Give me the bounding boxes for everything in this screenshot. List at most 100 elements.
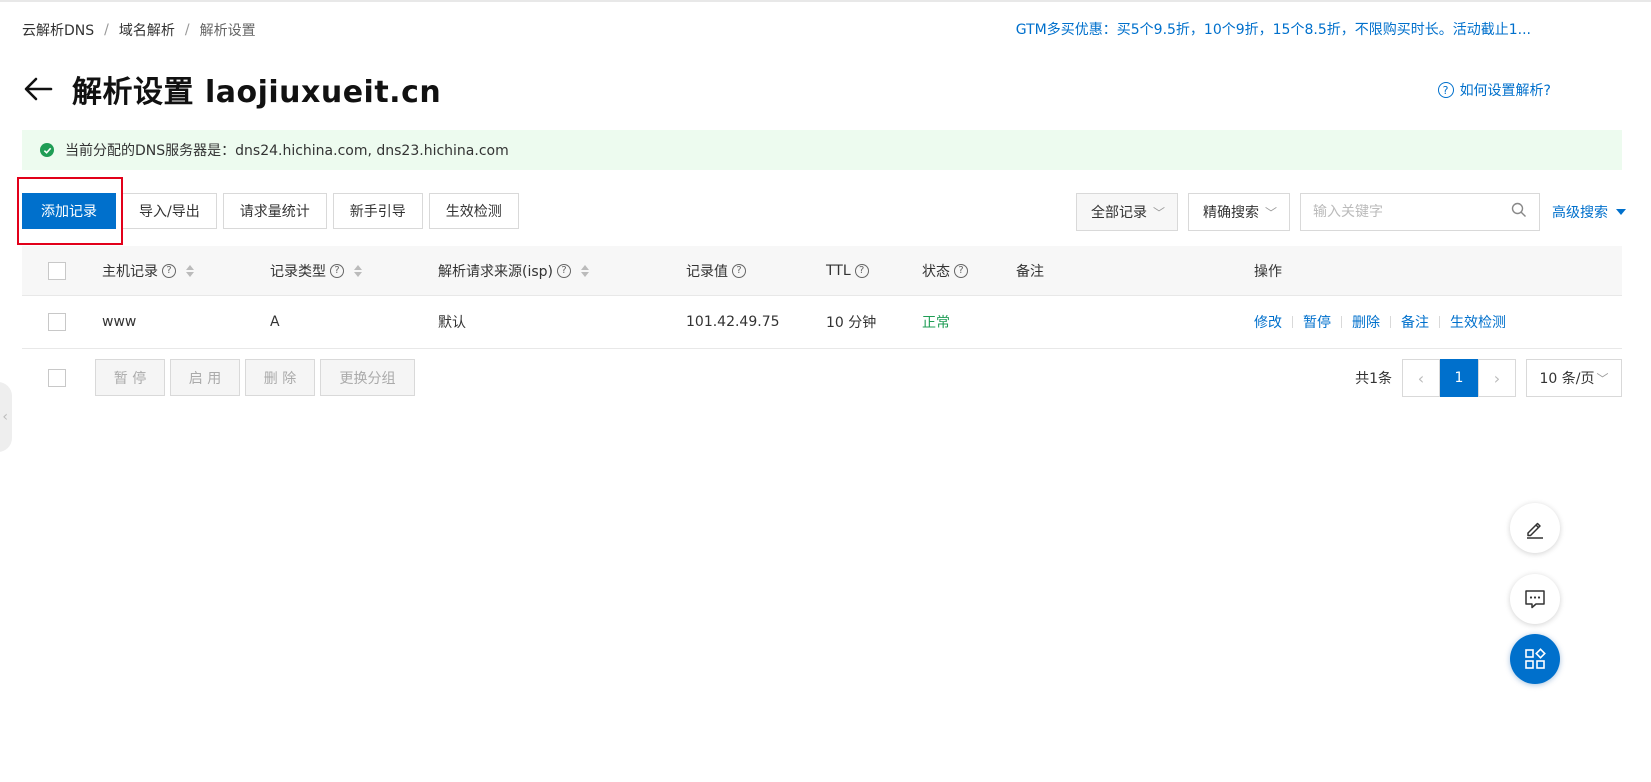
request-stats-button[interactable]: 请求量统计 (222, 193, 327, 229)
action-divider (1439, 316, 1440, 328)
sort-icon[interactable] (581, 264, 589, 277)
pencil-icon (1527, 522, 1543, 539)
cell-isp: 默认 (438, 315, 466, 331)
cell-value: 101.42.49.75 (686, 314, 780, 330)
question-circle-icon[interactable]: ? (330, 263, 344, 278)
feedback-edit-button[interactable] (1510, 503, 1560, 553)
cell-type: A (270, 314, 280, 330)
column-type-label: 记录类型 (270, 263, 326, 280)
select-all-checkbox[interactable] (48, 261, 66, 280)
column-value: 记录值 ? (686, 246, 746, 295)
bulk-select-checkbox[interactable] (48, 369, 66, 387)
beginner-guide-button[interactable]: 新手引导 (332, 193, 423, 229)
chevron-down-icon: ﹀ (1152, 205, 1165, 220)
breadcrumb-separator: / (104, 22, 109, 38)
table-header: 主机记录 ? 记录类型 ? 解析请求来源(isp) ? 记录值 ? TTL ? … (22, 246, 1622, 296)
bulk-pause-button[interactable]: 暂 停 (95, 359, 165, 396)
question-circle-icon[interactable]: ? (162, 263, 176, 278)
column-host: 主机记录 ? (102, 246, 194, 295)
caret-down-icon (1616, 209, 1626, 215)
sidebar-collapse-handle[interactable]: ‹ (0, 382, 12, 452)
search-mode-value: 精确搜索 (1202, 205, 1259, 221)
page-button-current[interactable]: 1 (1440, 359, 1478, 397)
keyword-search-box (1300, 193, 1540, 231)
chat-bubble-icon (1525, 590, 1545, 609)
chevron-down-icon: ﹀ (1596, 371, 1609, 386)
column-type: 记录类型 ? (270, 246, 362, 295)
column-isp: 解析请求来源(isp) ? (438, 246, 589, 295)
column-value-label: 记录值 (686, 263, 728, 280)
page-title: 解析设置 laojiuxueit.cn (72, 75, 442, 110)
filter-bar: 全部记录 ﹀ 精确搜索 ﹀ 高级搜索 (1075, 193, 1626, 231)
promo-banner-link[interactable]: GTM多买优惠：买5个9.5折，10个9折，15个8.5折，不限购买时长。活动截… (1016, 20, 1531, 40)
page-size-value: 10 条/页 (1539, 371, 1595, 387)
effect-check-link[interactable]: 生效检测 (1450, 312, 1506, 332)
chat-button[interactable] (1510, 574, 1560, 624)
sort-icon[interactable] (186, 264, 194, 277)
column-isp-label: 解析请求来源(isp) (438, 263, 553, 280)
column-host-label: 主机记录 (102, 263, 158, 280)
breadcrumb-separator: / (184, 22, 190, 38)
question-circle-icon[interactable]: ? (954, 263, 968, 278)
breadcrumb-dns[interactable]: 云解析DNS (22, 20, 94, 40)
cell-host: www (102, 314, 137, 330)
pause-link[interactable]: 暂停 (1303, 312, 1331, 332)
row-checkbox[interactable] (48, 313, 66, 331)
question-circle-icon: ? (1437, 82, 1454, 98)
change-group-button[interactable]: 更换分组 (320, 359, 415, 396)
column-status-label: 状态 (922, 263, 950, 280)
effect-check-button[interactable]: 生效检测 (428, 193, 519, 229)
record-scope-value: 全部记录 (1090, 205, 1147, 221)
back-arrow-icon[interactable] (22, 73, 54, 105)
apps-button[interactable] (1510, 634, 1560, 684)
apps-grid-icon (1525, 648, 1546, 669)
breadcrumb: 云解析DNS / 域名解析 / 解析设置 (22, 20, 256, 40)
prev-page-button[interactable]: ‹ (1402, 359, 1440, 397)
column-status: 状态 ? (922, 246, 968, 295)
bulk-delete-button[interactable]: 删 除 (245, 359, 315, 396)
column-actions-label: 操作 (1254, 263, 1282, 280)
chevron-down-icon: ﹀ (1264, 205, 1277, 220)
next-page-button[interactable]: › (1478, 359, 1516, 397)
breadcrumb-current: 解析设置 (199, 23, 256, 39)
table-row: www A 默认 101.42.49.75 10 分钟 正常 修改 暂停 删除 … (22, 296, 1622, 349)
sort-icon[interactable] (354, 264, 362, 277)
total-count: 共1条 (1355, 371, 1392, 387)
check-circle-icon (40, 143, 54, 157)
action-divider (1292, 316, 1293, 328)
search-mode-select[interactable]: 精确搜索 ﹀ (1187, 193, 1290, 231)
search-icon[interactable] (1511, 202, 1527, 222)
help-link[interactable]: ? 如何设置解析? (1437, 80, 1551, 100)
edit-link[interactable]: 修改 (1254, 312, 1282, 332)
advanced-search-toggle[interactable]: 高级搜索 (1552, 202, 1626, 222)
toolbar: 添加记录 导入/导出 请求量统计 新手引导 生效检测 (22, 193, 525, 229)
page-size-select[interactable]: 10 条/页 ﹀ (1526, 359, 1622, 397)
chevron-right-icon: › (1493, 368, 1501, 388)
add-record-button[interactable]: 添加记录 (22, 193, 116, 229)
column-ttl-label: TTL (826, 262, 851, 279)
remark-link[interactable]: 备注 (1401, 312, 1429, 332)
cell-status: 正常 (922, 315, 950, 331)
top-border (0, 0, 1651, 2)
column-remark: 备注 (1016, 246, 1044, 295)
chevron-left-icon: ‹ (1417, 368, 1425, 388)
breadcrumb-domain-resolution[interactable]: 域名解析 (119, 20, 175, 40)
search-input[interactable] (1313, 204, 1511, 220)
pagination: 共1条 ‹ 1 › 10 条/页 ﹀ (1355, 358, 1622, 398)
column-remark-label: 备注 (1016, 263, 1044, 280)
advanced-search-label: 高级搜索 (1552, 205, 1608, 221)
import-export-button[interactable]: 导入/导出 (122, 193, 217, 229)
question-circle-icon[interactable]: ? (854, 263, 869, 278)
bulk-enable-button[interactable]: 启 用 (170, 359, 240, 396)
alert-text: 当前分配的DNS服务器是：dns24.hichina.com, dns23.hi… (65, 143, 509, 159)
action-divider (1390, 316, 1391, 328)
table-footer: 暂 停 启 用 删 除 更换分组 共1条 ‹ 1 › 10 条/页 ﹀ (22, 358, 1622, 398)
question-circle-icon[interactable]: ? (557, 263, 571, 278)
delete-link[interactable]: 删除 (1352, 312, 1380, 332)
help-link-label: 如何设置解析? (1459, 83, 1551, 99)
column-actions: 操作 (1254, 246, 1282, 295)
record-scope-select[interactable]: 全部记录 ﹀ (1075, 193, 1178, 231)
chevron-left-icon: ‹ (2, 409, 8, 425)
question-circle-icon[interactable]: ? (732, 263, 746, 278)
dns-server-alert: 当前分配的DNS服务器是：dns24.hichina.com, dns23.hi… (22, 130, 1622, 170)
